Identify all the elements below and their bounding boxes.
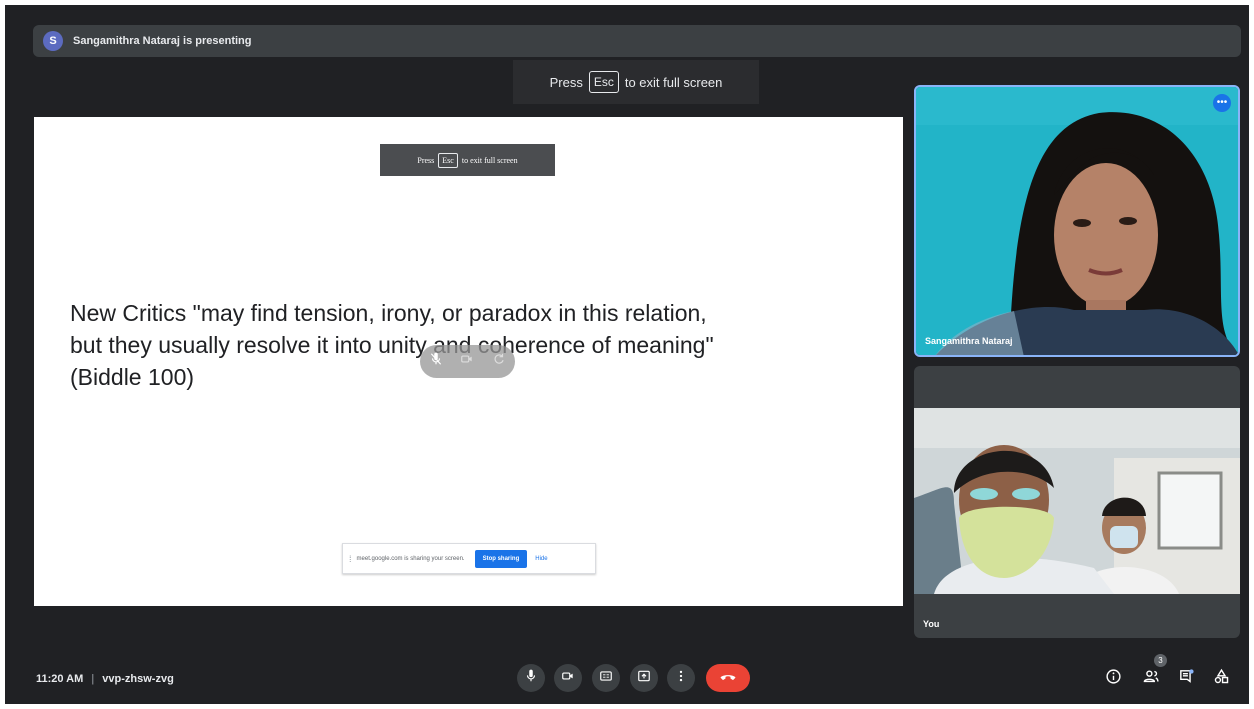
- participant-video-you: [914, 408, 1240, 594]
- leave-call-button[interactable]: [706, 664, 750, 692]
- bottom-toolbar: 11:20 AM | vvp-zhsw-zvg 3: [5, 642, 1249, 704]
- refresh-icon[interactable]: [492, 352, 506, 371]
- people-icon: [1143, 668, 1160, 690]
- meeting-details-button[interactable]: [1103, 669, 1123, 689]
- present-icon: [637, 669, 651, 688]
- stop-sharing-button[interactable]: Stop sharing: [474, 549, 528, 568]
- captions-icon: [599, 669, 613, 688]
- captions-button[interactable]: [592, 664, 620, 692]
- chat-icon: [1178, 668, 1195, 690]
- screen-sharing-bar: ⁞ meet.google.com is sharing your screen…: [342, 543, 596, 574]
- presenter-avatar: S: [43, 31, 63, 51]
- participant-tile-you[interactable]: You: [914, 366, 1240, 638]
- activities-button[interactable]: [1211, 668, 1231, 690]
- camera-off-icon[interactable]: [460, 352, 474, 371]
- more-horizontal-icon[interactable]: •••: [1213, 94, 1231, 112]
- hang-up-icon: [718, 666, 738, 691]
- activities-icon: [1213, 668, 1230, 690]
- mini-call-controls: [420, 345, 515, 378]
- people-button[interactable]: [1141, 669, 1161, 689]
- present-button[interactable]: [630, 664, 658, 692]
- camera-icon: [561, 669, 575, 688]
- info-icon: [1105, 668, 1122, 690]
- people-count-badge: 3: [1154, 654, 1167, 667]
- exit-fullscreen-hint: Press Esc to exit full screen: [513, 60, 759, 104]
- inner-esc-prefix: Press: [417, 155, 435, 165]
- esc-key: Esc: [588, 71, 619, 93]
- chat-button[interactable]: [1176, 669, 1196, 689]
- mic-off-icon[interactable]: [429, 352, 443, 371]
- more-vertical-icon: [674, 669, 688, 688]
- esc-hint-prefix: Press: [549, 74, 583, 90]
- meeting-code: vvp-zhsw-zvg: [102, 673, 174, 685]
- participant-name: Sangamithra Nataraj: [925, 336, 1013, 346]
- inner-esc-suffix: to exit full screen: [461, 155, 518, 165]
- shared-screen: Press Esc to exit full screen New Critic…: [34, 117, 903, 606]
- quote-line: New Critics "may find tension, irony, or…: [70, 300, 707, 326]
- current-time: 11:20 AM: [36, 673, 84, 685]
- inner-exit-fullscreen-hint: Press Esc to exit full screen: [380, 144, 555, 176]
- separator: |: [91, 673, 95, 685]
- presenting-text: Sangamithra Nataraj is presenting: [73, 35, 252, 47]
- more-options-button[interactable]: [667, 664, 695, 692]
- camera-button[interactable]: [554, 664, 582, 692]
- esc-hint-suffix: to exit full screen: [624, 74, 723, 90]
- microphone-button[interactable]: [517, 664, 545, 692]
- presenting-banner: S Sangamithra Nataraj is presenting: [33, 25, 1241, 57]
- sharing-message: meet.google.com is sharing your screen.: [356, 555, 465, 562]
- participant-name: You: [923, 619, 940, 629]
- participant-video-sangamithra: [916, 87, 1238, 355]
- hide-button[interactable]: Hide: [535, 556, 547, 562]
- inner-esc-key: Esc: [438, 152, 458, 168]
- meet-window: S Sangamithra Nataraj is presenting Pres…: [5, 5, 1249, 704]
- meeting-info: 11:20 AM | vvp-zhsw-zvg: [36, 673, 174, 685]
- drag-handle-icon[interactable]: ⁞: [349, 554, 352, 564]
- participant-tile-sangamithra[interactable]: ••• Sangamithra Nataraj: [914, 85, 1240, 357]
- microphone-icon: [524, 669, 538, 688]
